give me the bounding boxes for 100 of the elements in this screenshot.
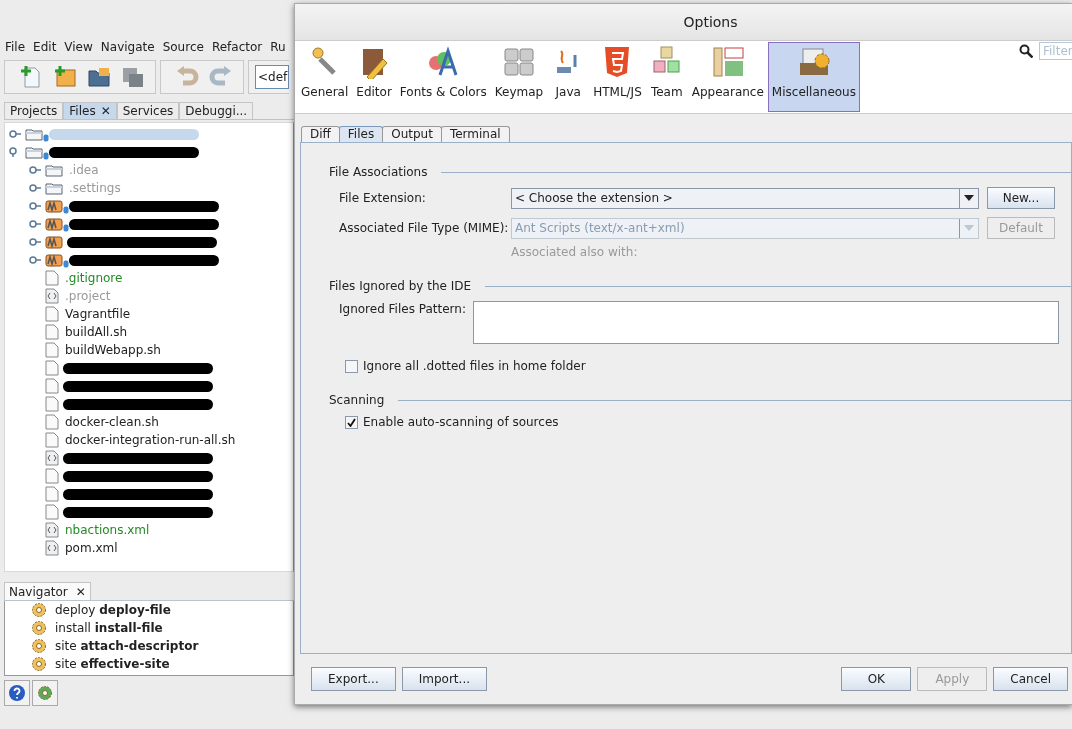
maven-module-icon [45, 253, 63, 267]
close-icon[interactable]: ✕ [100, 104, 111, 118]
tree-item[interactable]: buildAll.sh [63, 325, 130, 339]
settings-button[interactable] [32, 680, 58, 706]
file-icon [45, 270, 59, 286]
menu-item[interactable]: Ru [269, 40, 293, 54]
category-tab[interactable]: Keymap [490, 42, 548, 112]
collapsed-node-icon[interactable] [29, 237, 41, 247]
tree-item[interactable]: nbactions.xml [63, 523, 152, 537]
hint-text: Associated also with: [511, 245, 639, 259]
checkbox-label[interactable]: Enable auto-scanning of sources [363, 415, 559, 429]
dropdown[interactable]: < Choose the extension > [511, 187, 979, 209]
dialog-button[interactable]: Cancel [993, 667, 1068, 691]
close-icon[interactable]: ✕ [75, 584, 86, 599]
tree-item[interactable]: docker-integration-run-all.sh [63, 433, 238, 447]
tree-item[interactable]: pom.xml [63, 541, 120, 555]
collapsed-node-icon[interactable] [29, 201, 41, 211]
menu-item[interactable]: Edit [32, 40, 64, 54]
file-icon [45, 324, 59, 340]
maven-module-icon [45, 217, 63, 231]
checkbox[interactable] [345, 415, 358, 429]
dialog-button[interactable]: Import... [401, 667, 487, 691]
panel-tab[interactable]: Projects [4, 102, 64, 119]
new-file-icon[interactable] [19, 65, 43, 89]
new-button[interactable]: New... [987, 187, 1055, 209]
maven-goal[interactable]: install install-file [55, 621, 163, 635]
category-tab[interactable]: Miscellaneous [767, 42, 860, 112]
file-icon [45, 504, 59, 520]
menu-item[interactable]: Source [161, 40, 211, 54]
tree-item[interactable]: docker-clean.sh [63, 415, 161, 429]
git-badge-icon [63, 260, 69, 268]
help-icon [8, 684, 26, 702]
dialog-button[interactable]: Export... [311, 667, 396, 691]
tab[interactable]: Diff [301, 126, 340, 142]
xml-file-icon [45, 450, 59, 466]
tree-item[interactable]: Vagrantfile [63, 307, 133, 321]
collapsed-node-icon[interactable] [29, 165, 41, 175]
checkbox-label[interactable]: Ignore all .dotted files in home folder [363, 359, 586, 373]
folder-icon [45, 181, 63, 195]
maven-module-icon [45, 235, 63, 249]
collapsed-node-icon[interactable] [9, 129, 21, 139]
menu-item[interactable]: File [4, 40, 33, 54]
maven-goal[interactable]: site attach-descriptor [55, 639, 199, 653]
new-folder-icon[interactable] [53, 65, 77, 89]
file-icon [45, 342, 59, 358]
xml-file-icon [45, 288, 59, 304]
settings-icon [37, 685, 53, 701]
category-tab[interactable]: General [297, 42, 353, 112]
git-badge-icon [43, 152, 49, 160]
panel-tab[interactable]: Navigator ✕ [4, 582, 91, 600]
field-label: Ignored Files Pattern: [339, 301, 467, 316]
field-label: Associated File Type (MIME): [339, 221, 510, 235]
configuration-combo[interactable]: <def [255, 65, 289, 89]
save-all-icon[interactable] [121, 65, 145, 89]
git-badge-icon [63, 206, 69, 214]
panel-tab[interactable]: Services [116, 102, 180, 119]
xml-file-icon [45, 522, 59, 538]
folder-icon [25, 127, 43, 141]
panel-tab[interactable]: Debuggi... [179, 102, 254, 119]
tree-item[interactable]: buildWebapp.sh [63, 343, 163, 357]
checkbox[interactable] [345, 359, 358, 373]
pattern-field[interactable] [473, 301, 1059, 344]
category-tab[interactable]: Team [645, 42, 688, 112]
collapsed-node-icon[interactable] [29, 219, 41, 229]
category-tab[interactable]: Java [547, 42, 590, 112]
file-icon [45, 396, 59, 412]
tab[interactable]: Files [338, 126, 384, 142]
category-tab[interactable]: Editor [352, 42, 396, 112]
search-icon [1019, 44, 1033, 58]
help-button[interactable] [4, 680, 30, 706]
file-icon [45, 414, 59, 430]
maven-goal[interactable]: site effective-site [55, 657, 170, 671]
section-heading: Scanning [329, 393, 385, 407]
maven-module-icon [45, 199, 63, 213]
panel-tab[interactable]: Files ✕ [63, 102, 117, 119]
filter-field[interactable]: Filter [1039, 42, 1072, 60]
category-tab[interactable]: Appearance [687, 42, 768, 112]
file-icon [45, 468, 59, 484]
category-tab[interactable]: HTML/JS [589, 42, 646, 112]
collapsed-node-icon[interactable] [29, 255, 41, 265]
appearance-icon [710, 45, 745, 79]
menu-item[interactable]: Refactor [210, 40, 270, 54]
git-badge-icon [43, 134, 49, 142]
menu-item[interactable]: Navigate [99, 40, 162, 54]
gear-icon [31, 638, 47, 654]
file-icon [45, 486, 59, 502]
folder-icon [25, 145, 43, 159]
folder-icon[interactable] [87, 65, 111, 89]
gear-icon [31, 656, 47, 672]
tree-item[interactable]: .gitignore [63, 271, 125, 285]
category-tab[interactable]: Fonts & Colors [395, 42, 491, 112]
dialog-button[interactable]: OK [841, 667, 912, 691]
menu-item[interactable]: View [63, 40, 100, 54]
maven-goal[interactable]: deploy deploy-file [55, 603, 171, 617]
collapsed-node-icon[interactable] [29, 183, 41, 193]
tab[interactable]: Terminal [440, 126, 510, 142]
xml-file-icon [45, 540, 59, 556]
file-icon [45, 306, 59, 322]
tab[interactable]: Output [382, 126, 442, 142]
field-label: File Extension: [339, 191, 427, 205]
